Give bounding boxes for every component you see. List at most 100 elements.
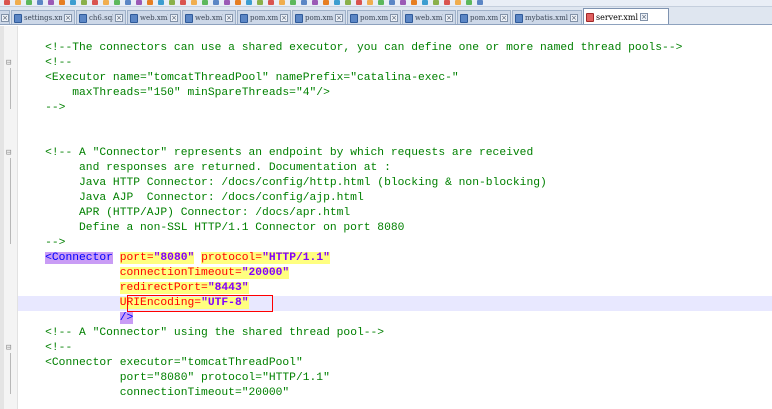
toolbar-icon[interactable] xyxy=(15,0,21,5)
close-icon[interactable]: × xyxy=(225,14,233,22)
toolbar-icon[interactable] xyxy=(147,0,153,5)
code-line[interactable]: APR (HTTP/AJP) Connector: /docs/apr.html xyxy=(18,206,772,221)
close-icon[interactable]: × xyxy=(280,14,288,22)
tab-pom-xml[interactable]: pom.xml × xyxy=(292,10,346,24)
file-icon xyxy=(185,13,193,23)
toolbar-icon[interactable] xyxy=(455,0,461,5)
toolbar-icon[interactable] xyxy=(444,0,450,5)
toolbar-icon[interactable] xyxy=(433,0,439,5)
code-line[interactable]: Java HTTP Connector: /docs/config/http.h… xyxy=(18,176,772,191)
code-line[interactable]: redirectPort="8443" xyxy=(18,281,772,296)
toolbar-icon[interactable] xyxy=(235,0,241,5)
toolbar-icon[interactable] xyxy=(92,0,98,5)
close-icon[interactable]: × xyxy=(1,14,9,22)
code-line[interactable]: /> xyxy=(18,311,772,326)
code-line[interactable]: --> xyxy=(18,236,772,251)
toolbar-icon[interactable] xyxy=(4,0,10,5)
toolbar-icon[interactable] xyxy=(224,0,230,5)
code-line[interactable]: --> xyxy=(18,101,772,116)
code-line[interactable]: <!-- A "Connector" represents an endpoin… xyxy=(18,146,772,161)
toolbar-icon[interactable] xyxy=(136,0,142,5)
toolbar-icon[interactable] xyxy=(477,0,483,5)
close-icon[interactable]: × xyxy=(640,13,649,21)
toolbar-icon[interactable] xyxy=(81,0,87,5)
code-line[interactable] xyxy=(18,131,772,146)
toolbar-icon[interactable] xyxy=(334,0,340,5)
code-line[interactable]: and responses are returned. Documentatio… xyxy=(18,161,772,176)
toolbar-icon[interactable] xyxy=(202,0,208,5)
code-line[interactable]: <!-- xyxy=(18,341,772,356)
code-line[interactable]: <!--The connectors can use a shared exec… xyxy=(18,41,772,56)
close-icon[interactable]: × xyxy=(390,14,398,22)
code-line[interactable]: connectionTimeout="20000" xyxy=(18,386,772,401)
file-icon xyxy=(460,13,468,23)
close-icon[interactable]: × xyxy=(115,14,123,22)
toolbar-icon[interactable] xyxy=(400,0,406,5)
tab-label: web.xml xyxy=(195,14,223,22)
toolbar-icon[interactable] xyxy=(367,0,373,5)
close-icon[interactable]: × xyxy=(569,14,578,22)
code-line[interactable]: <Executor name="tomcatThreadPool" namePr… xyxy=(18,71,772,86)
tab-web-xml[interactable]: web.xml × xyxy=(402,10,456,24)
toolbar-icon[interactable] xyxy=(301,0,307,5)
toolbar-icon[interactable] xyxy=(312,0,318,5)
toolbar-icon[interactable] xyxy=(26,0,32,5)
tab-xml[interactable]: xml× xyxy=(0,10,10,24)
tab-server-xml[interactable]: server.xml × xyxy=(583,8,669,24)
toolbar-icon[interactable] xyxy=(290,0,296,5)
toolbar-icon[interactable] xyxy=(103,0,109,5)
toolbar-icon[interactable] xyxy=(323,0,329,5)
code-line[interactable] xyxy=(18,116,772,131)
toolbar-icon[interactable] xyxy=(158,0,164,5)
close-icon[interactable]: × xyxy=(335,14,343,22)
tab-settings-xml[interactable]: settings.xml× xyxy=(11,10,75,24)
code-line[interactable]: URIEncoding="UTF-8" xyxy=(18,296,772,311)
tab-web-xml[interactable]: web.xml × xyxy=(127,10,181,24)
toolbar-icon[interactable] xyxy=(59,0,65,5)
close-icon[interactable]: × xyxy=(170,14,178,22)
code-line[interactable]: connectionTimeout="20000" xyxy=(18,266,772,281)
toolbar-icon[interactable] xyxy=(356,0,362,5)
code-line[interactable]: <Connector executor="tomcatThreadPool" xyxy=(18,356,772,371)
code-line[interactable]: Define a non-SSL HTTP/1.1 Connector on p… xyxy=(18,221,772,236)
toolbar-icon[interactable] xyxy=(422,0,428,5)
code-editor[interactable]: <!--The connectors can use a shared exec… xyxy=(0,26,772,409)
code-line[interactable]: <Connector port="8080" protocol="HTTP/1.… xyxy=(18,251,772,266)
tab-pom-xml[interactable]: pom.xml × xyxy=(457,10,511,24)
tab-mybatis-xml[interactable]: mybatis.xml × xyxy=(512,10,582,24)
close-icon[interactable]: × xyxy=(500,14,508,22)
toolbar-icon[interactable] xyxy=(411,0,417,5)
toolbar-icon[interactable] xyxy=(257,0,263,5)
toolbar-icon[interactable] xyxy=(279,0,285,5)
toolbar-icon[interactable] xyxy=(378,0,384,5)
code-line[interactable]: port="8080" protocol="HTTP/1.1" xyxy=(18,371,772,386)
toolbar-icon[interactable] xyxy=(125,0,131,5)
toolbar-icon[interactable] xyxy=(213,0,219,5)
toolbar-icon[interactable] xyxy=(70,0,76,5)
code-line[interactable]: <!-- xyxy=(18,56,772,71)
toolbar-icon[interactable] xyxy=(345,0,351,5)
toolbar-icon[interactable] xyxy=(268,0,274,5)
toolbar-icon[interactable] xyxy=(48,0,54,5)
toolbar-icon[interactable] xyxy=(246,0,252,5)
tab-pom-xml[interactable]: pom.xml × xyxy=(237,10,291,24)
toolbar-icon[interactable] xyxy=(114,0,120,5)
toolbar-icon[interactable] xyxy=(37,0,43,5)
tab-bar: xml×settings.xml×ch6.sql×web.xml×web.xml… xyxy=(0,7,772,25)
tab-web-xml[interactable]: web.xml × xyxy=(182,10,236,24)
tab-pom-xml[interactable]: pom.xml × xyxy=(347,10,401,24)
code-line[interactable]: maxThreads="150" minSpareThreads="4"/> xyxy=(18,86,772,101)
toolbar-icon[interactable] xyxy=(169,0,175,5)
code-line[interactable]: <!-- A "Connector" using the shared thre… xyxy=(18,326,772,341)
code-token: and responses are returned. Documentatio… xyxy=(79,162,391,174)
toolbar-icon[interactable] xyxy=(180,0,186,5)
code-line[interactable]: Java AJP Connector: /docs/config/ajp.htm… xyxy=(18,191,772,206)
close-icon[interactable]: × xyxy=(445,14,453,22)
toolbar-icon[interactable] xyxy=(466,0,472,5)
toolbar-icon[interactable] xyxy=(191,0,197,5)
tab-ch6-sql[interactable]: ch6.sql × xyxy=(76,10,126,24)
code-token: "HTTP/1.1" xyxy=(262,252,330,264)
close-icon[interactable]: × xyxy=(64,14,72,22)
toolbar-icon[interactable] xyxy=(389,0,395,5)
